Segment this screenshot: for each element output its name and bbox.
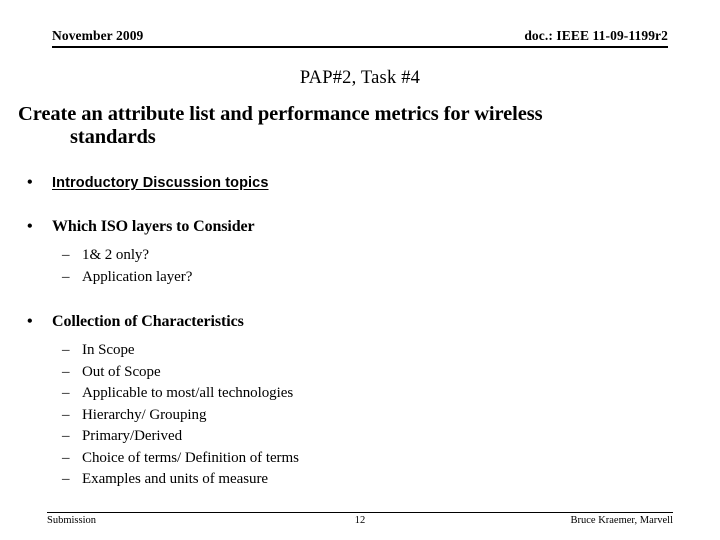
bullet-marker-icon: • (27, 218, 33, 235)
sub-bullet-label: Examples and units of measure (82, 471, 268, 487)
sub-bullet-item: – In Scope (18, 340, 702, 362)
bullet-marker-icon: • (27, 174, 33, 191)
sub-bullet-label: Primary/Derived (82, 428, 183, 444)
slide-header: November 2009 doc.: IEEE 11-09-1199r2 (52, 28, 668, 48)
bullet-marker-icon: • (27, 313, 33, 330)
header-document-id: doc.: IEEE 11-09-1199r2 (524, 28, 668, 43)
dash-marker-icon: – (62, 247, 70, 263)
bullet-which-iso-layers: • Which ISO layers to Consider (18, 217, 702, 237)
dash-marker-icon: – (62, 268, 70, 285)
sub-bullet-item: – Examples and units of measure (18, 469, 702, 491)
sub-bullet-label: Applicable to most/all technologies (82, 385, 294, 401)
bullet-label: Collection of Characteristics (52, 313, 244, 330)
slide-footer: Submission 12 Bruce Kraemer, Marvell (47, 514, 673, 530)
footer-author: Bruce Kraemer, Marvell (570, 515, 674, 526)
dash-marker-icon: – (62, 342, 70, 358)
lead-statement: Create an attribute list and performance… (18, 103, 699, 149)
header-date: November 2009 (52, 28, 144, 43)
dash-marker-icon: – (62, 449, 70, 466)
slide-title: PAP#2, Task #4 (299, 68, 421, 88)
sub-bullet-item: – Out of Scope (18, 362, 702, 384)
sub-bullet-label: Application layer? (82, 268, 193, 285)
sub-bullet-label: Hierarchy/ Grouping (82, 406, 207, 423)
sub-bullet-item: – Hierarchy/ Grouping (18, 405, 702, 427)
sub-bullet-label: Out of Scope (82, 363, 161, 380)
dash-marker-icon: – (62, 406, 70, 423)
presentation-slide: November 2009 doc.: IEEE 11-09-1199r2 PA… (0, 0, 720, 540)
bullet-collection-of-characteristics: • Collection of Characteristics (18, 312, 702, 332)
dash-marker-icon: – (62, 471, 70, 487)
sub-bullet-label: In Scope (82, 342, 135, 358)
sub-bullet-label: 1& 2 only? (82, 247, 149, 263)
sub-bullet-item: – 1& 2 only? (18, 245, 702, 267)
bullet-label: Introductory Discussion topics (52, 175, 269, 191)
sub-bullet-item: – Applicable to most/all technologies (18, 383, 702, 405)
dash-marker-icon: – (62, 363, 70, 380)
sub-bullet-label: Choice of terms/ Definition of terms (82, 449, 299, 466)
lead-line-1: Create an attribute list and performance… (18, 103, 543, 125)
sub-bullet-item: – Application layer? (18, 267, 702, 289)
dash-marker-icon: – (62, 428, 70, 444)
sub-bullet-item: – Choice of terms/ Definition of terms (18, 448, 702, 470)
slide-body: Create an attribute list and performance… (18, 103, 702, 491)
bullet-label: Which ISO layers to Consider (52, 218, 255, 235)
sub-bullet-item: – Primary/Derived (18, 426, 702, 448)
bullet-introductory-discussion-topics: • Introductory Discussion topics (18, 173, 702, 193)
header-divider (52, 46, 668, 48)
lead-line-2: standards (70, 126, 156, 148)
dash-marker-icon: – (62, 385, 70, 401)
footer-divider (47, 512, 673, 513)
